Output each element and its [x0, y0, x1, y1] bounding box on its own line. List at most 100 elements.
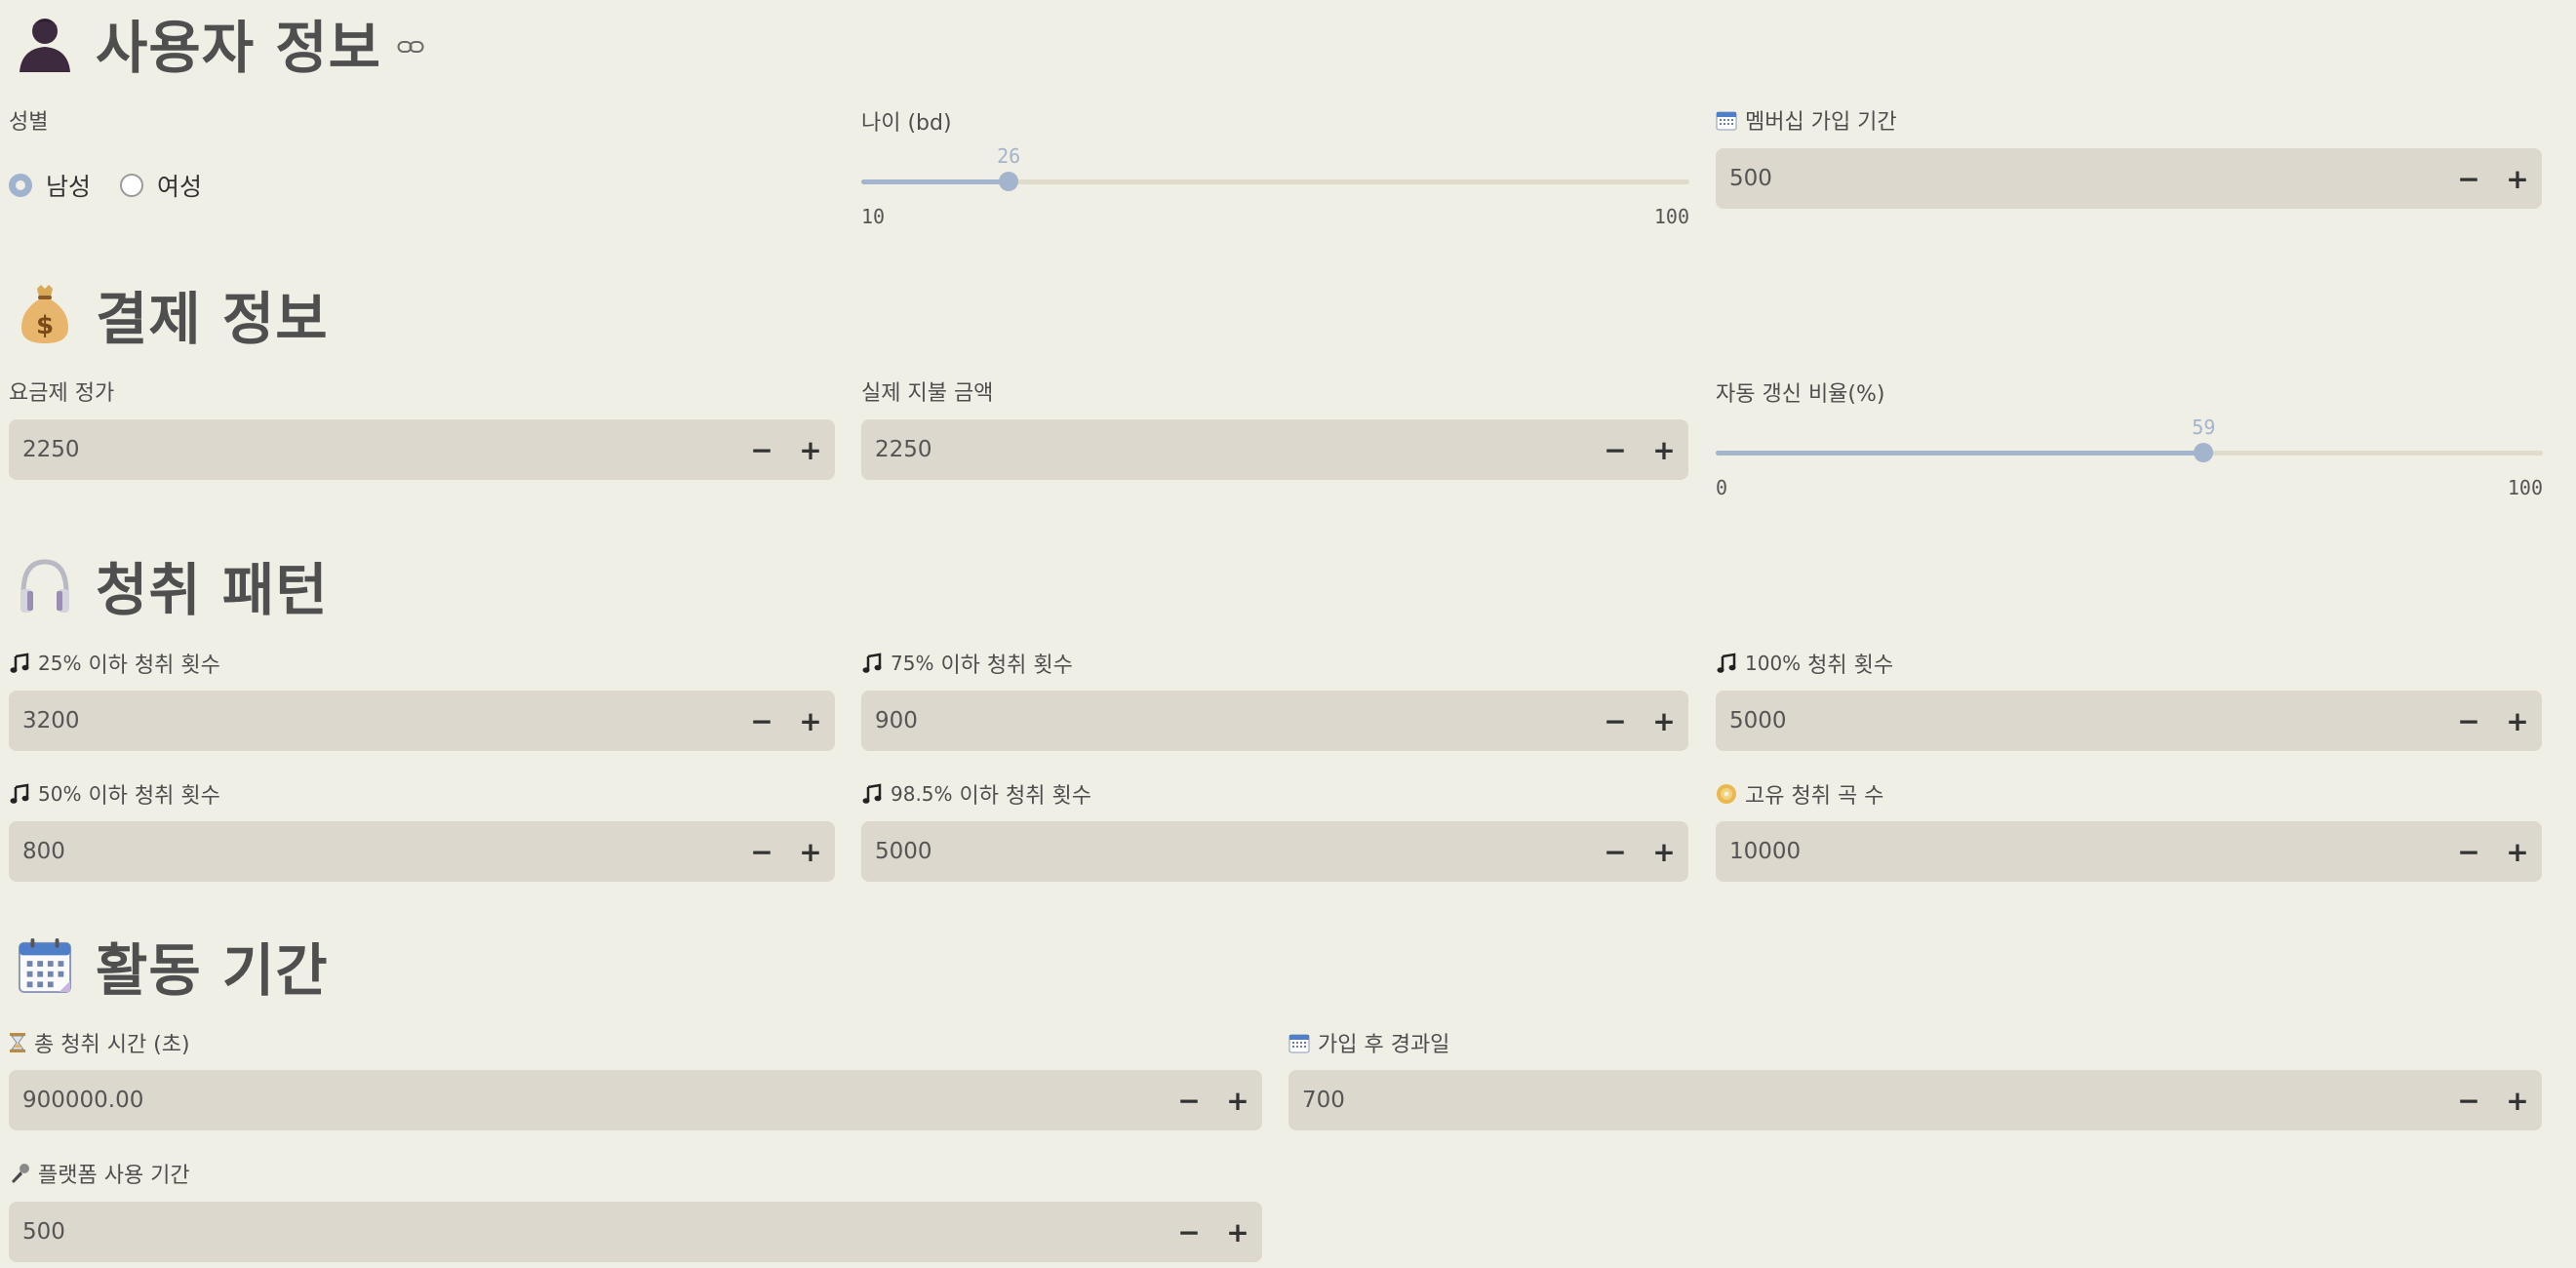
p25-value[interactable]: 3200	[9, 708, 737, 733]
platform-value[interactable]: 500	[9, 1219, 1165, 1245]
actual-paid-minus-button[interactable]: −	[1591, 419, 1640, 480]
membership-input[interactable]: 500 − +	[1716, 148, 2542, 209]
plan-price-minus-button[interactable]: −	[737, 419, 786, 480]
p985-input[interactable]: 5000 − +	[861, 821, 1688, 882]
microphone-icon	[9, 1163, 30, 1184]
auto-renew-slider[interactable]: 59 0 100	[1716, 410, 2543, 499]
music-note-icon	[1716, 653, 1737, 674]
p50-label: 이하 청취 횟수	[81, 784, 220, 809]
actual-paid-value[interactable]: 2250	[861, 437, 1591, 462]
days-since-field: 가입 후 경과일	[1288, 1028, 1449, 1057]
p100-input[interactable]: 5000 − +	[1716, 691, 2542, 751]
platform-minus-button[interactable]: −	[1165, 1202, 1213, 1262]
music-note-icon	[861, 783, 883, 805]
age-slider-thumb[interactable]	[999, 172, 1019, 191]
p25-input[interactable]: 3200 − +	[9, 691, 835, 751]
age-slider-value: 26	[997, 144, 1021, 168]
gender-field: 성별	[9, 105, 48, 135]
total-time-minus-button[interactable]: −	[1165, 1070, 1213, 1130]
auto-renew-slider-max: 100	[2507, 476, 2543, 499]
p25-label-prefix: 25%	[38, 652, 82, 675]
auto-renew-label: 자동 갱신 비율(%)	[1716, 382, 1885, 407]
membership-value[interactable]: 500	[1716, 166, 2444, 191]
actual-paid-label: 실제 지불 금액	[861, 381, 994, 406]
total-time-input[interactable]: 900000.00 − +	[9, 1070, 1262, 1130]
auto-renew-slider-min: 0	[1716, 476, 1728, 499]
days-since-input[interactable]: 700 − +	[1288, 1070, 2542, 1130]
p100-value[interactable]: 5000	[1716, 708, 2444, 733]
actual-paid-input[interactable]: 2250 − +	[861, 419, 1688, 480]
calendar-icon	[1288, 1032, 1310, 1053]
total-time-label-row: 총 청취 시간 (초)	[9, 1028, 190, 1057]
total-time-label: 총 청취 시간 (초)	[34, 1033, 190, 1057]
p100-field: 100% 청취 횟수	[1716, 649, 1893, 678]
gender-option-male[interactable]: 남성	[46, 168, 91, 203]
actual-paid-plus-button[interactable]: +	[1640, 419, 1688, 480]
p75-value[interactable]: 900	[861, 708, 1591, 733]
p75-plus-button[interactable]: +	[1640, 691, 1688, 751]
p75-label: 이하 청취 횟수	[933, 654, 1073, 678]
age-slider-fill	[861, 179, 1010, 184]
gender-radio-male[interactable]	[9, 174, 32, 197]
days-since-value[interactable]: 700	[1288, 1088, 2444, 1113]
membership-label: 멤버십 가입 기간	[1745, 110, 1897, 135]
membership-plus-button[interactable]: +	[2493, 148, 2542, 209]
age-slider[interactable]: 26 10 100	[861, 139, 1689, 228]
days-since-label-row: 가입 후 경과일	[1288, 1028, 1449, 1057]
unique-songs-value[interactable]: 10000	[1716, 839, 2444, 864]
p25-minus-button[interactable]: −	[737, 691, 786, 751]
plan-price-plus-button[interactable]: +	[786, 419, 835, 480]
p75-input[interactable]: 900 − +	[861, 691, 1688, 751]
unique-songs-minus-button[interactable]: −	[2444, 821, 2493, 882]
plan-price-label: 요금제 정가	[9, 381, 115, 406]
gender-option-female[interactable]: 여성	[157, 168, 202, 203]
p75-field: 75% 이하 청취 횟수	[861, 649, 1073, 678]
platform-field: 플랫폼 사용 기간	[9, 1159, 190, 1188]
p985-label-row: 98.5% 이하 청취 횟수	[861, 779, 1091, 809]
p50-plus-button[interactable]: +	[786, 821, 835, 882]
person-silhouette-icon	[18, 12, 72, 74]
p25-label-row: 25% 이하 청취 횟수	[9, 649, 220, 678]
plan-price-value[interactable]: 2250	[9, 437, 737, 462]
auto-renew-slider-value: 59	[2192, 416, 2216, 439]
p50-minus-button[interactable]: −	[737, 821, 786, 882]
p985-field: 98.5% 이하 청취 횟수	[861, 779, 1091, 809]
p985-plus-button[interactable]: +	[1640, 821, 1688, 882]
membership-label-row: 멤버십 가입 기간	[1716, 105, 1897, 135]
membership-minus-button[interactable]: −	[2444, 148, 2493, 209]
days-since-plus-button[interactable]: +	[2493, 1070, 2542, 1130]
unique-songs-field: 고유 청취 곡 수	[1716, 779, 1883, 809]
total-time-plus-button[interactable]: +	[1213, 1070, 1262, 1130]
p100-plus-button[interactable]: +	[2493, 691, 2542, 751]
plan-price-input[interactable]: 2250 − +	[9, 419, 835, 480]
section-header-activity: 활동 기간	[18, 927, 329, 1005]
total-time-field: 총 청취 시간 (초)	[9, 1028, 190, 1057]
p100-minus-button[interactable]: −	[2444, 691, 2493, 751]
p50-label-prefix: 50%	[38, 782, 82, 806]
section-header-listening: 청취 패턴	[18, 546, 329, 624]
platform-input[interactable]: 500 − +	[9, 1202, 1262, 1262]
p100-label: 청취 횟수	[1801, 654, 1894, 678]
p985-value[interactable]: 5000	[861, 839, 1591, 864]
auto-renew-slider-thumb[interactable]	[2194, 443, 2214, 462]
p25-label: 이하 청취 횟수	[81, 654, 220, 678]
unique-songs-plus-button[interactable]: +	[2493, 821, 2542, 882]
p985-minus-button[interactable]: −	[1591, 821, 1640, 882]
gender-radio-group: 남성 여성	[9, 168, 231, 203]
p50-value[interactable]: 800	[9, 839, 737, 864]
section-title-listening: 청취 패턴	[96, 557, 329, 623]
p75-minus-button[interactable]: −	[1591, 691, 1640, 751]
gender-radio-female[interactable]	[120, 174, 144, 197]
age-field: 나이 (bd)	[861, 106, 952, 136]
total-time-value[interactable]: 900000.00	[9, 1088, 1165, 1113]
link-icon[interactable]	[397, 39, 424, 59]
p75-label-prefix: 75%	[891, 652, 934, 675]
p25-plus-button[interactable]: +	[786, 691, 835, 751]
platform-plus-button[interactable]: +	[1213, 1202, 1262, 1262]
plan-price-field: 요금제 정가	[9, 376, 114, 406]
p75-label-row: 75% 이하 청취 횟수	[861, 649, 1073, 678]
days-since-minus-button[interactable]: −	[2444, 1070, 2493, 1130]
money-bag-icon: $	[18, 283, 72, 345]
p50-input[interactable]: 800 − +	[9, 821, 835, 882]
unique-songs-input[interactable]: 10000 − +	[1716, 821, 2542, 882]
